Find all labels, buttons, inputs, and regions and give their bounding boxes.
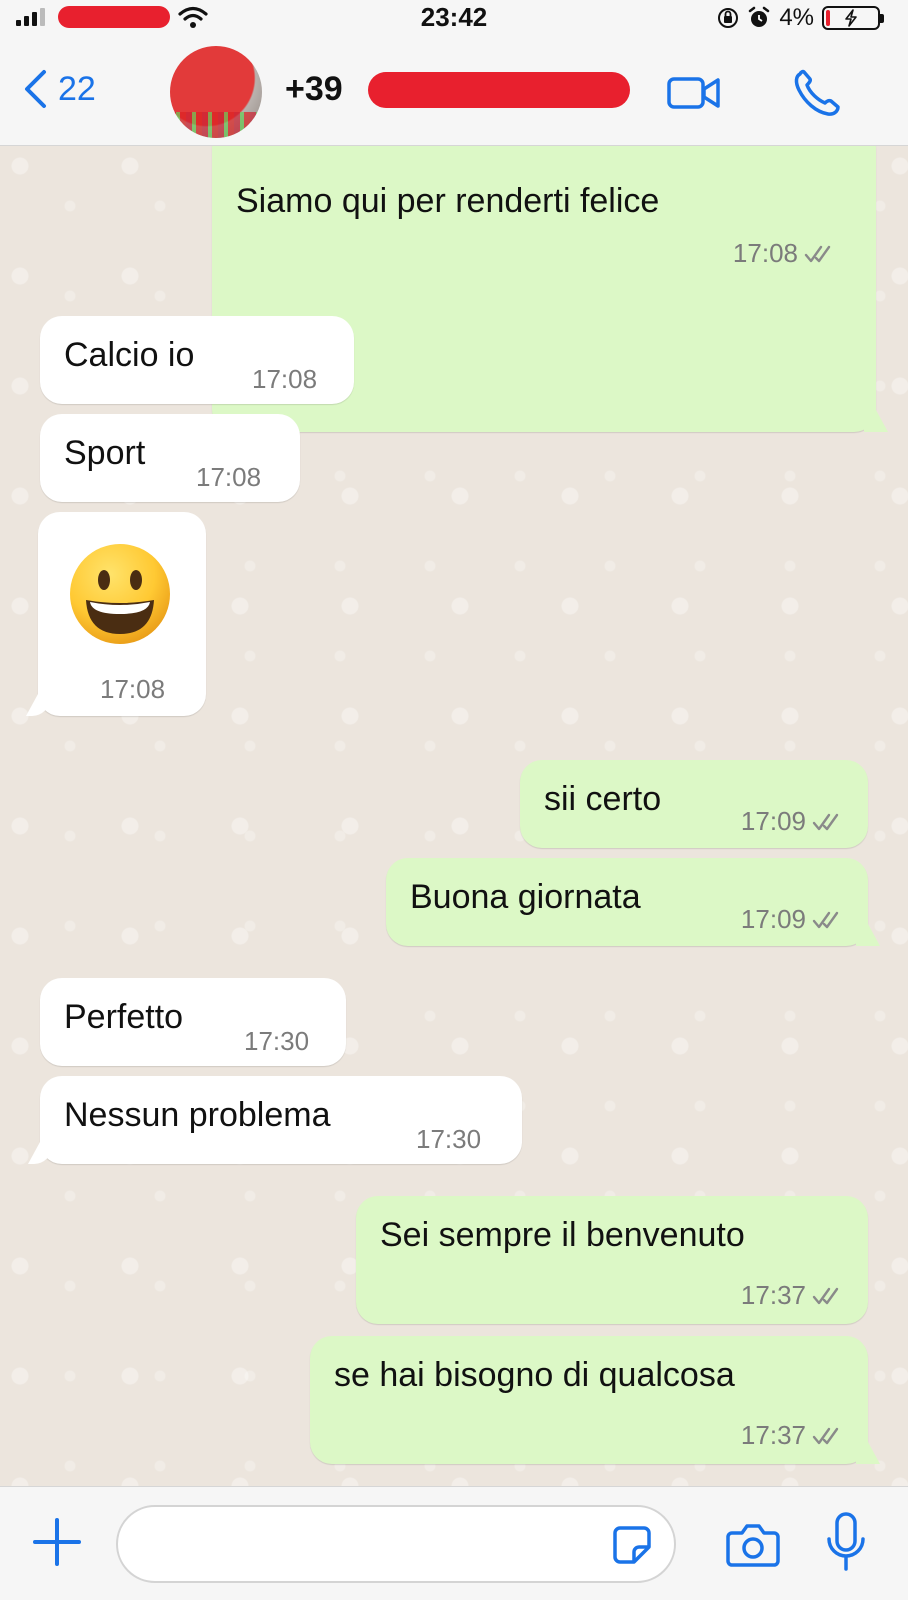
- message-text: se hai bisogno di qualcosa: [334, 1356, 735, 1394]
- message-input[interactable]: [116, 1505, 676, 1583]
- message-time: 17:09: [741, 904, 844, 935]
- message-time: 17:08: [100, 674, 166, 704]
- camera-icon[interactable]: [726, 1519, 780, 1569]
- status-bar: 23:42 4%: [0, 0, 908, 38]
- read-receipt-icon: [804, 245, 831, 262]
- message-text: Sei sempre il benvenuto: [380, 1216, 745, 1254]
- message-time: 17:30: [244, 1026, 310, 1056]
- message-text: Siamo qui per renderti felice: [236, 182, 660, 220]
- message-time: 17:08: [733, 238, 836, 269]
- message-bubble-incoming-emoji[interactable]: 17:08: [38, 512, 206, 716]
- grinning-face-emoji-icon: [70, 544, 170, 644]
- message-text: Perfetto: [64, 998, 184, 1036]
- message-time: 17:09: [741, 806, 844, 837]
- message-text: sii certo: [544, 780, 662, 818]
- read-receipt-icon: [812, 1427, 839, 1444]
- plus-icon[interactable]: [32, 1517, 82, 1567]
- sticker-icon[interactable]: [612, 1525, 652, 1565]
- contact-name-redaction: [368, 72, 630, 108]
- message-bubble-outgoing[interactable]: Sei sempre il benvenuto 17:37: [356, 1196, 868, 1324]
- contact-avatar[interactable]: [170, 46, 262, 138]
- phone-call-icon[interactable]: [790, 68, 846, 118]
- message-time: 17:08: [196, 462, 262, 492]
- message-time: 17:37: [741, 1280, 844, 1311]
- message-list[interactable]: dimmelo Siamo qui per renderti felice 17…: [0, 146, 908, 1486]
- rotation-lock-icon: [718, 8, 739, 28]
- back-button[interactable]: 22: [22, 68, 96, 110]
- message-text: Nessun problema: [64, 1096, 331, 1134]
- unread-count: 22: [58, 69, 96, 108]
- read-receipt-icon: [812, 813, 839, 830]
- contact-name[interactable]: +39: [285, 70, 343, 109]
- message-time: 17:37: [741, 1420, 844, 1451]
- message-bubble-outgoing[interactable]: Buona giornata 17:09: [386, 858, 868, 946]
- read-receipt-icon: [812, 911, 839, 928]
- battery-percent: 4%: [779, 4, 814, 31]
- message-bubble-incoming[interactable]: Perfetto 17:30: [40, 978, 346, 1066]
- message-time: 17:08: [252, 364, 318, 394]
- message-bubble-incoming[interactable]: Calcio io 17:08: [40, 316, 354, 404]
- message-text: Calcio io: [64, 336, 195, 374]
- battery-icon: [822, 6, 884, 30]
- message-bubble-outgoing[interactable]: sii certo 17:09: [520, 760, 868, 848]
- microphone-icon[interactable]: [826, 1511, 866, 1573]
- message-text: Buona giornata: [410, 878, 641, 916]
- back-chevron-icon: [25, 70, 46, 108]
- read-receipt-icon: [812, 1287, 839, 1304]
- message-bubble-incoming[interactable]: Sport 17:08: [40, 414, 300, 502]
- message-bubble-incoming[interactable]: Nessun problema 17:30: [40, 1076, 522, 1164]
- alarm-icon: [749, 6, 770, 27]
- composer-bar: [0, 1486, 908, 1600]
- video-call-icon[interactable]: [666, 68, 722, 118]
- message-bubble-outgoing[interactable]: se hai bisogno di qualcosa 17:37: [310, 1336, 868, 1464]
- chat-header: 22 +39: [0, 38, 908, 146]
- message-text: Sport: [64, 434, 146, 472]
- message-time: 17:30: [416, 1124, 482, 1154]
- status-right-cluster: 4%: [717, 4, 884, 32]
